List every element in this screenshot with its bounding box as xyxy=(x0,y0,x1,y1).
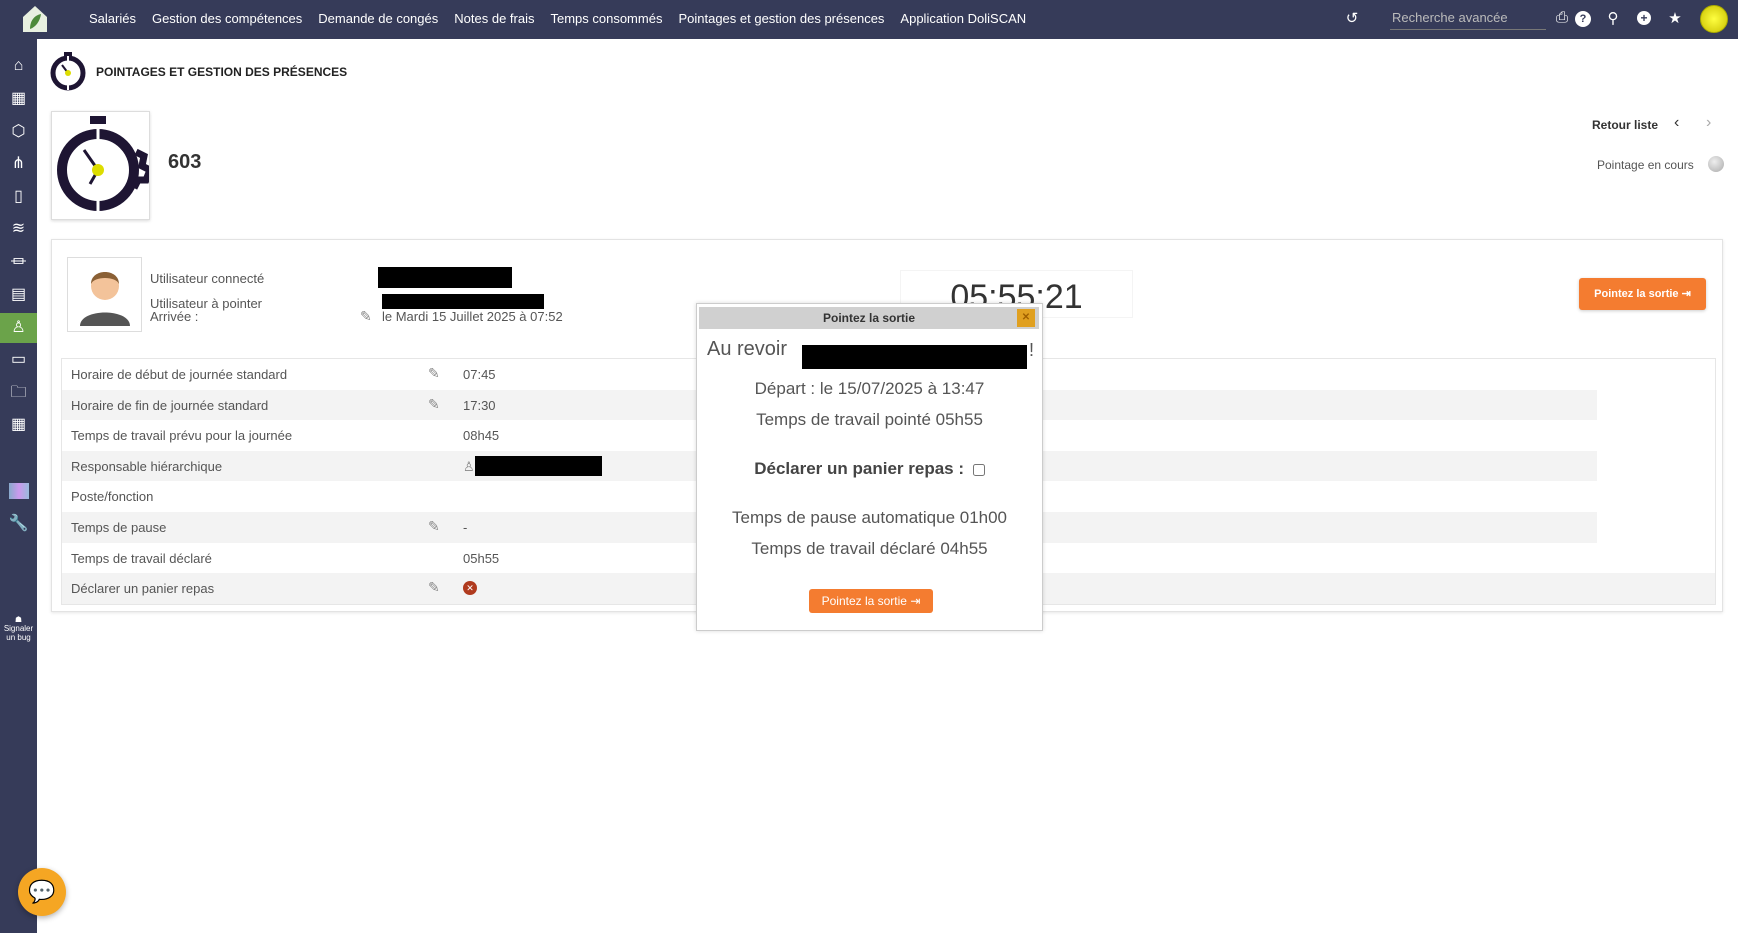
arrival-value: le Mardi 15 Juillet 2025 à 07:52 xyxy=(382,309,563,324)
module-icon xyxy=(50,50,90,97)
home-icon[interactable]: ⌂ xyxy=(0,51,37,81)
user-photo xyxy=(67,257,142,332)
departure-text: Départ : le 15/07/2025 à 13:47 xyxy=(754,379,985,398)
top-bar: Salariés Gestion des compétences Demande… xyxy=(0,0,1738,39)
greeting: Au revoir xyxy=(707,338,788,360)
edit-pencil-icon[interactable]: ✎ xyxy=(428,518,440,535)
edit-arrival-pencil-icon[interactable]: ✎ xyxy=(360,308,372,325)
folder-icon[interactable]: 🗀 xyxy=(0,378,37,408)
sign-out-icon: ⇥ xyxy=(910,594,921,608)
invoice-icon[interactable]: ▤ xyxy=(0,280,37,310)
back-to-list-link[interactable]: Retour liste xyxy=(1592,118,1658,132)
home-logo-icon[interactable] xyxy=(22,5,48,33)
plus-icon[interactable]: + xyxy=(1637,11,1651,25)
briefcase-icon[interactable]: ▯ xyxy=(0,182,37,212)
redacted-username xyxy=(802,345,1027,369)
user-avatar[interactable] xyxy=(1700,5,1728,33)
dialog-header: Pointez la sortie ✕ xyxy=(699,307,1039,329)
edit-pencil-icon[interactable]: ✎ xyxy=(428,365,440,382)
bank-icon[interactable]: ⏛ xyxy=(0,248,37,278)
nav-pointages[interactable]: Pointages et gestion des présences xyxy=(678,11,884,26)
users-icon[interactable]: ♙ xyxy=(0,313,37,343)
status-label: Pointage en cours xyxy=(1597,158,1694,172)
ticket-icon[interactable]: ▭ xyxy=(0,345,37,375)
redacted-manager[interactable] xyxy=(475,455,602,476)
wrench-icon[interactable]: 🔧 xyxy=(0,509,37,539)
edit-pencil-icon[interactable]: ✎ xyxy=(428,396,440,413)
clock-out-button[interactable]: Pointez la sortie ⇥ xyxy=(1579,278,1706,310)
meal-checkbox[interactable] xyxy=(972,463,985,476)
connected-user-label: Utilisateur connecté xyxy=(150,271,265,286)
declared-time-text: Temps de travail déclaré 04h55 xyxy=(751,539,988,558)
nav-doliscan[interactable]: Application DoliSCAN xyxy=(900,11,1026,26)
sidebar: ⌂ ▦ ⬡ ⋔ ▯ ≋ ⏛ ▤ ♙ ▭ 🗀 ▦ 🔧 ☗ Signaler un … xyxy=(0,39,37,933)
sign-out-icon: ⇥ xyxy=(1681,288,1691,300)
nav-temps[interactable]: Temps consommés xyxy=(550,11,662,26)
print-icon[interactable]: ⎙ xyxy=(1552,9,1572,26)
dialog-clock-out-button[interactable]: Pointez la sortie ⇥ xyxy=(809,589,933,613)
box-icon[interactable]: ⬡ xyxy=(0,117,37,147)
arrival-label: Arrivée : xyxy=(150,309,199,324)
coins-icon[interactable]: ≋ xyxy=(0,214,37,244)
nav-salaries[interactable]: Salariés xyxy=(89,11,136,26)
star-icon[interactable]: ★ xyxy=(1665,9,1685,27)
status-indicator xyxy=(1708,156,1724,172)
close-icon[interactable]: ✕ xyxy=(1017,309,1035,327)
help-icon[interactable]: ? xyxy=(1575,11,1591,27)
redacted-user-to-clock xyxy=(382,294,544,309)
record-ref: 603 xyxy=(168,151,202,173)
bug-icon: ☗ xyxy=(14,615,23,624)
main-nav: Salariés Gestion des compétences Demande… xyxy=(89,11,1026,26)
page-title: POINTAGES ET GESTION DES PRÉSENCES xyxy=(96,65,348,79)
org-chart-icon[interactable]: ⋔ xyxy=(0,149,37,179)
auto-pause-text: Temps de pause automatique 01h00 xyxy=(731,508,1008,527)
redacted-connected-user xyxy=(378,267,512,288)
meal-label: Déclarer un panier repas : xyxy=(697,459,1042,479)
search-input[interactable] xyxy=(1390,6,1546,30)
nav-conges[interactable]: Demande de congés xyxy=(318,11,438,26)
search-icon[interactable]: ⚲ xyxy=(1603,9,1623,27)
nav-competences[interactable]: Gestion des compétences xyxy=(152,11,302,26)
edit-pencil-icon[interactable]: ✎ xyxy=(428,579,440,596)
chat-bubble-button[interactable]: 💬 xyxy=(18,868,66,916)
no-status-icon: ✕ xyxy=(463,581,477,596)
nav-notes-frais[interactable]: Notes de frais xyxy=(454,11,534,26)
next-arrow-icon[interactable]: › xyxy=(1706,114,1711,132)
previous-arrow-icon[interactable]: ‹ xyxy=(1674,114,1679,132)
manager-user-icon: ♙ xyxy=(463,458,475,474)
calendar-icon[interactable]: ▦ xyxy=(0,410,37,440)
worked-time-text: Temps de travail pointé 05h55 xyxy=(756,410,983,429)
module-logo xyxy=(51,111,155,220)
clock-out-dialog: Pointez la sortie ✕ Au revoir ! Départ : … xyxy=(696,303,1043,631)
history-icon[interactable]: ↺ xyxy=(1342,9,1362,27)
report-bug-link[interactable]: ☗ Signaler un bug xyxy=(0,615,37,642)
planning-icon[interactable] xyxy=(9,483,29,499)
building-icon[interactable]: ▦ xyxy=(0,84,37,114)
